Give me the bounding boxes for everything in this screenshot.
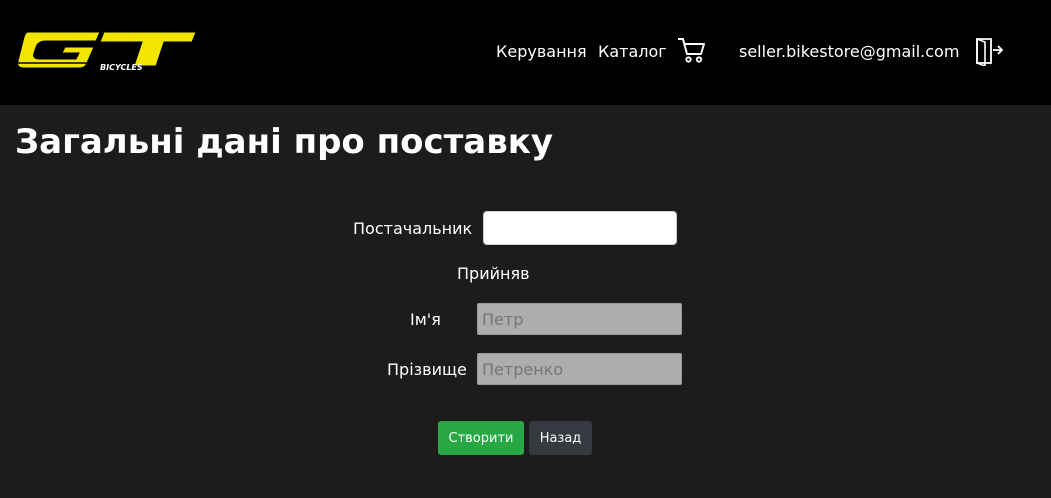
create-button[interactable]: Створити xyxy=(438,421,524,455)
gt-bicycles-logo[interactable]: BICYCLES xyxy=(14,28,198,74)
page-title: Загальні дані про поставку xyxy=(15,122,554,162)
top-navbar: BICYCLES Керування Каталог seller.bikest… xyxy=(0,0,1051,105)
lastname-field xyxy=(477,353,682,385)
back-button[interactable]: Назад xyxy=(529,421,592,455)
lastname-label: Прізвище xyxy=(387,360,467,379)
supplier-input[interactable] xyxy=(483,211,677,245)
nav-catalog-link[interactable]: Каталог xyxy=(598,42,667,61)
user-email: seller.bikestore@gmail.com xyxy=(739,42,960,61)
logo-subtext: BICYCLES xyxy=(100,63,143,72)
firstname-field xyxy=(477,303,682,335)
accepted-by-label: Прийняв xyxy=(457,264,530,283)
firstname-label: Ім'я xyxy=(410,310,441,329)
supplier-label: Постачальник xyxy=(353,219,473,238)
nav-manage-link[interactable]: Керування xyxy=(496,42,587,61)
logout-icon[interactable] xyxy=(974,36,1004,68)
cart-icon[interactable] xyxy=(676,36,706,64)
